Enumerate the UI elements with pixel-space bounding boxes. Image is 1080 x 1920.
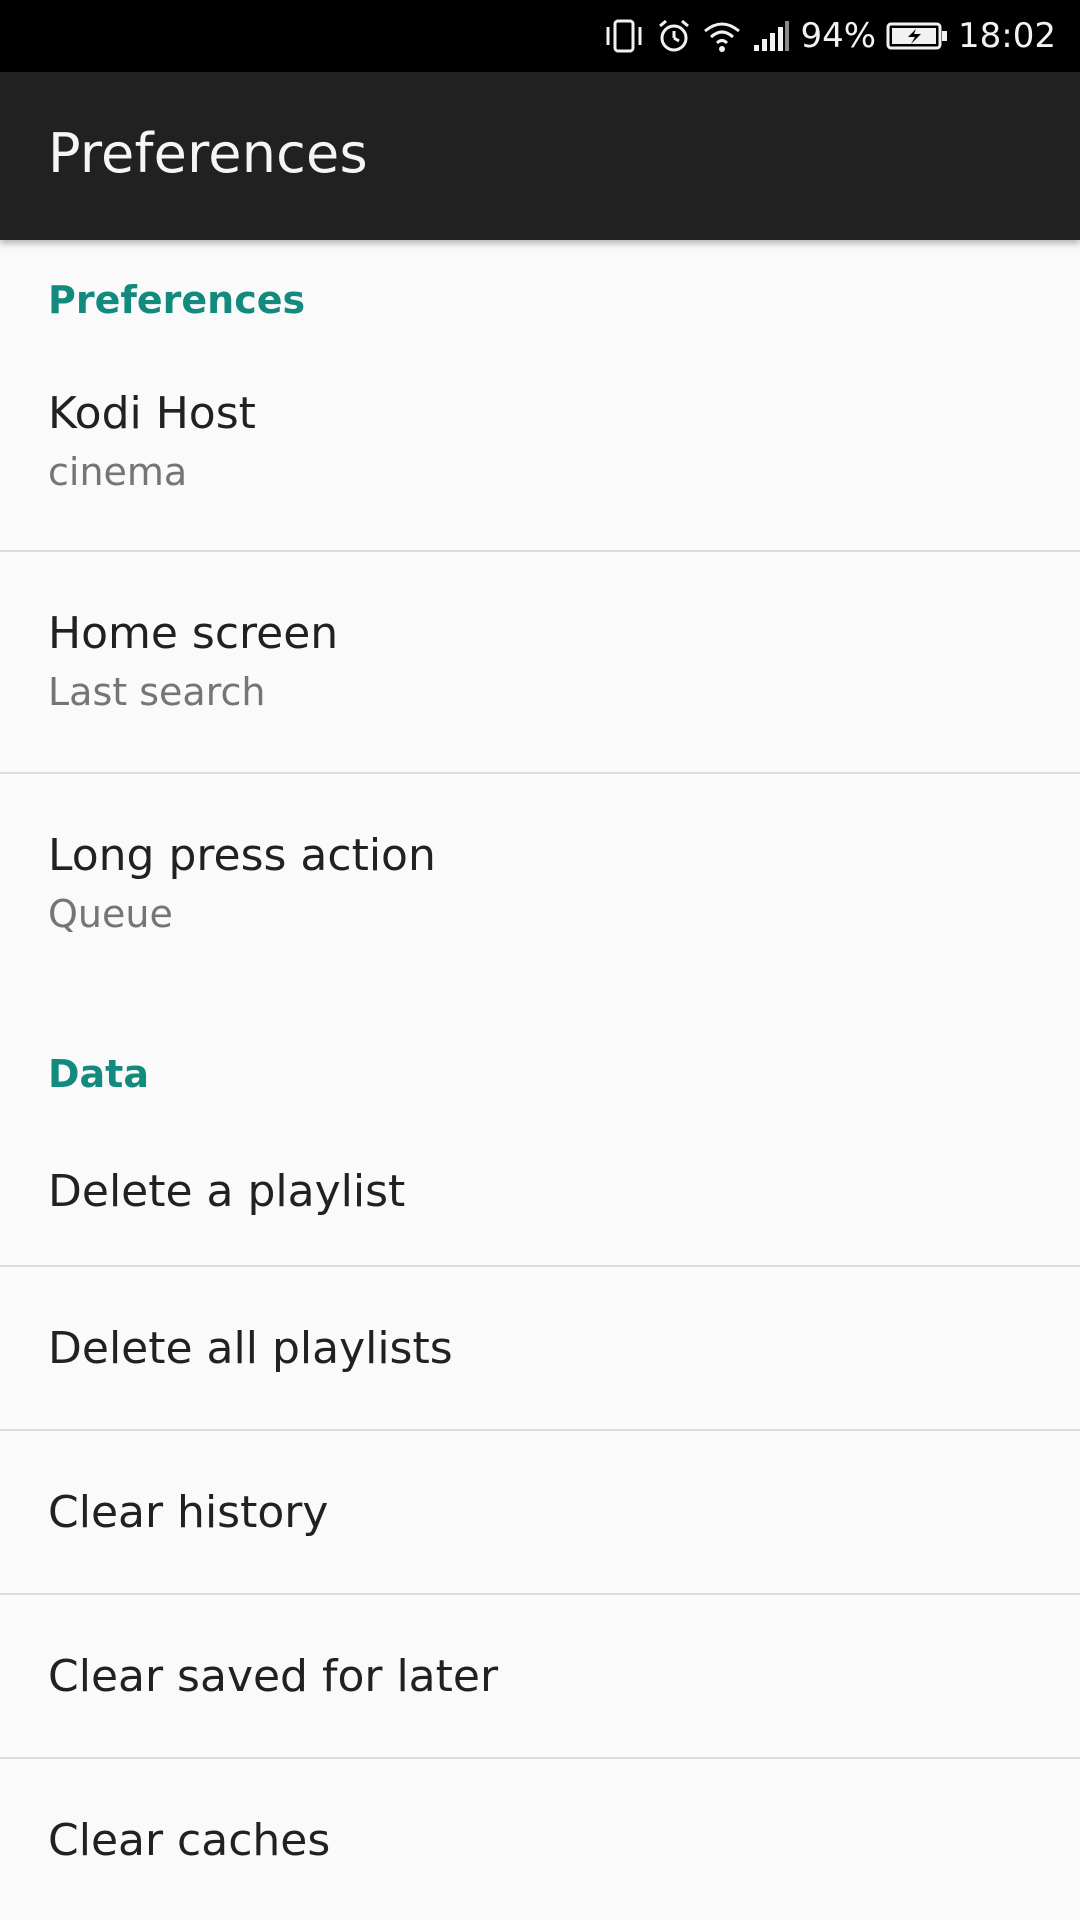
pref-summary: cinema xyxy=(48,450,188,494)
page-title: Preferences xyxy=(48,122,368,185)
wifi-icon xyxy=(702,19,742,53)
section-header-data: Data xyxy=(48,1052,149,1096)
pref-item-clear-saved-for-later[interactable]: Clear saved for later xyxy=(0,1595,1080,1758)
pref-item-delete-all-playlists[interactable]: Delete all playlists xyxy=(0,1267,1080,1430)
clock: 18:02 xyxy=(958,16,1056,56)
pref-title: Kodi Host xyxy=(48,388,256,439)
pref-item-clear-history[interactable]: Clear history xyxy=(0,1431,1080,1594)
pref-summary: Last search xyxy=(48,670,266,714)
vibrate-icon xyxy=(602,18,646,54)
status-bar: 94% 18:02 xyxy=(0,0,1080,72)
pref-title: Long press action xyxy=(48,830,436,881)
pref-title: Clear saved for later xyxy=(48,1651,499,1702)
alarm-icon xyxy=(656,18,692,54)
pref-item-home-screen[interactable]: Home screen Last search xyxy=(0,552,1080,772)
battery-percent: 94% xyxy=(800,16,877,56)
pref-item-clear-caches[interactable]: Clear caches xyxy=(0,1759,1080,1920)
pref-title: Home screen xyxy=(48,608,339,659)
app-bar: Preferences xyxy=(0,72,1080,240)
battery-charging-icon xyxy=(886,21,948,51)
preferences-list[interactable]: Preferences Kodi Host cinema Home screen… xyxy=(0,240,1080,1920)
pref-item-delete-playlist[interactable]: Delete a playlist xyxy=(0,1120,1080,1265)
pref-title: Delete all playlists xyxy=(48,1323,453,1374)
signal-icon xyxy=(752,19,790,53)
pref-title: Delete a playlist xyxy=(48,1166,406,1217)
pref-title: Clear caches xyxy=(48,1815,331,1866)
pref-item-long-press-action[interactable]: Long press action Queue xyxy=(0,774,1080,974)
pref-summary: Queue xyxy=(48,892,173,936)
pref-item-kodi-host[interactable]: Kodi Host cinema xyxy=(0,350,1080,570)
status-icons: 94% 18:02 xyxy=(602,0,1056,72)
pref-title: Clear history xyxy=(48,1487,329,1538)
section-header-preferences: Preferences xyxy=(48,278,306,322)
